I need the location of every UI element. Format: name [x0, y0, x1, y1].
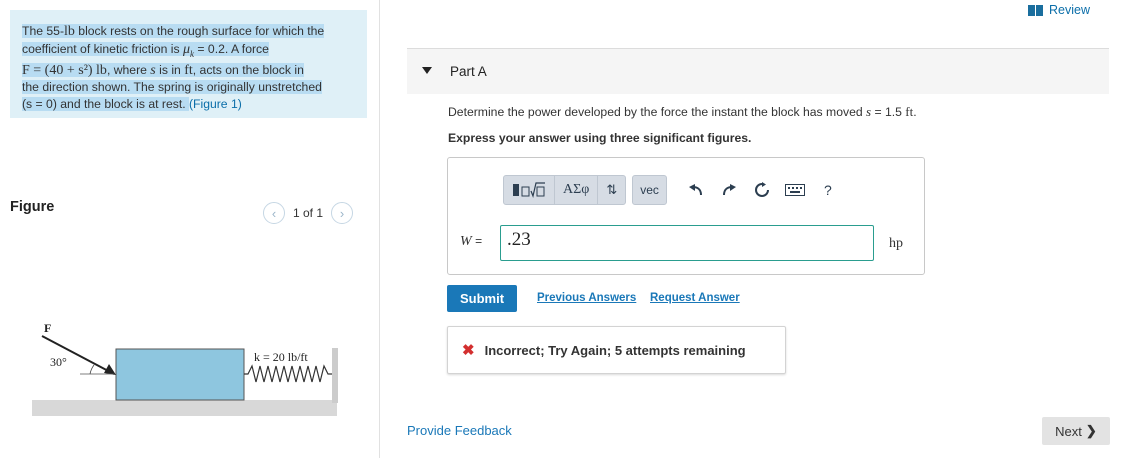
part-a-header[interactable]: Part A [407, 49, 1109, 94]
problem-statement: The 55-lb block rests on the rough surfa… [10, 10, 367, 118]
toolbar-group: ΑΣφ ⇅ [503, 175, 627, 205]
previous-answers-link[interactable]: Previous Answers [537, 292, 636, 304]
templates-icon[interactable] [504, 176, 555, 204]
spring-label: k = 20 lb/ft [254, 350, 308, 364]
pager-text: 1 of 1 [293, 206, 324, 220]
vec-button[interactable]: vec [632, 175, 667, 205]
chevron-right-icon[interactable]: › [331, 202, 354, 224]
wall [332, 348, 338, 403]
help-button[interactable]: ? [813, 175, 843, 205]
question-text: Determine the power developed by the for… [448, 104, 917, 119]
request-answer-link[interactable]: Request Answer [650, 292, 740, 304]
part-title: Part A [450, 64, 487, 79]
keyboard-icon[interactable] [780, 175, 810, 205]
arrows-button[interactable]: ⇅ [598, 176, 625, 204]
provide-feedback-link[interactable]: Provide Feedback [407, 423, 512, 438]
figure-link[interactable]: (Figure 1) [189, 97, 242, 111]
block-spring-figure: k = 20 lb/ft F 30° [32, 321, 338, 416]
block [115, 348, 245, 401]
submit-button[interactable]: Submit [447, 285, 517, 312]
ground-surface [32, 400, 337, 416]
x-icon: ✖ [462, 342, 475, 359]
greek-symbols-button[interactable]: ΑΣφ [555, 176, 599, 204]
chevron-right-icon: ❯ [1085, 423, 1097, 438]
feedback-text: Incorrect; Try Again; 5 attempts remaini… [484, 342, 746, 358]
figure-pager: ‹ 1 of 1 › [263, 202, 354, 224]
book-icon [1028, 4, 1043, 16]
spring [244, 364, 332, 383]
undo-icon[interactable] [681, 175, 711, 205]
figure-heading: Figure [10, 199, 55, 215]
force-expression: F = (40 + s²) lb [22, 62, 107, 78]
review-link[interactable]: Review [1028, 3, 1090, 17]
redo-icon[interactable] [714, 175, 744, 205]
caret-down-icon [422, 67, 432, 74]
answer-box: ΑΣφ ⇅ vec ? W = .23 hp [447, 157, 925, 275]
reset-icon[interactable] [747, 175, 777, 205]
answer-input[interactable]: .23 [500, 225, 874, 261]
angle-label: 30° [50, 355, 67, 369]
answer-unit: hp [889, 236, 903, 251]
chevron-left-icon[interactable]: ‹ [263, 202, 285, 224]
force-label: F [44, 321, 51, 335]
feedback-message: ✖ Incorrect; Try Again; 5 attempts remai… [447, 326, 786, 374]
math-toolbar: ΑΣφ ⇅ vec ? [503, 175, 843, 205]
problem-text: The 55-lb block rests on the rough surfa… [22, 24, 325, 111]
angle-arc [89, 364, 95, 375]
answer-variable: W = [460, 234, 483, 249]
next-button[interactable]: Next ❯ [1042, 417, 1110, 445]
answer-instruction: Express your answer using three signific… [448, 131, 752, 145]
panel-divider [379, 0, 380, 458]
